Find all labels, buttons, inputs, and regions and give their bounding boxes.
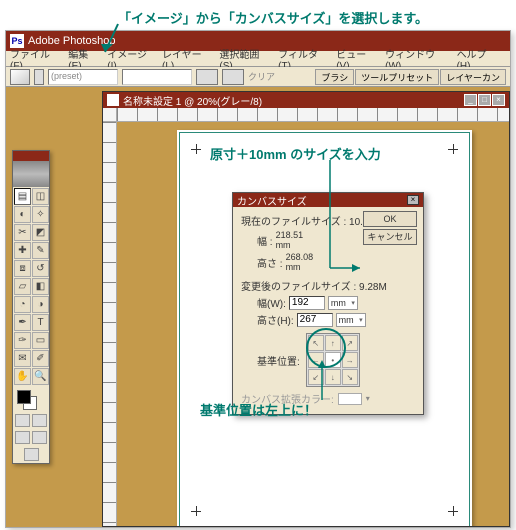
pen-tool[interactable]: ✑ [14, 332, 31, 349]
wand-tool[interactable]: ✧ [32, 206, 49, 223]
options-btn-2[interactable] [222, 69, 244, 85]
type-tool[interactable]: T [32, 314, 49, 331]
crop-mark-tr [448, 144, 458, 154]
color-swatches[interactable] [13, 386, 49, 412]
height-label: 高さ(H): [257, 312, 294, 327]
stamp-tool[interactable]: ⧈ [14, 260, 31, 277]
tools-panel[interactable]: ▤ ◫ ◐ ✧ ✂ ◩ ✚ ✎ ⧈ ↺ ▱ ◧ ◔ ◑ ✒ T ✑ ▭ ✉ ✐ … [12, 150, 50, 464]
current-width-label: 幅 : [257, 233, 273, 248]
anchor-br[interactable]: ↘ [342, 369, 358, 385]
move-tool[interactable]: ▤ [14, 188, 31, 205]
new-size-label: 変更後のファイルサイズ : 9.28M [241, 278, 387, 293]
crop-mark-br [448, 506, 458, 516]
quickmask-on[interactable] [32, 414, 47, 427]
tools-grip[interactable] [13, 161, 49, 187]
close-button[interactable]: × [492, 94, 505, 106]
panel-tab-brushes[interactable]: ブラシ [315, 69, 354, 85]
zoom-tool[interactable]: 🔍 [32, 368, 49, 385]
gradient-tool[interactable]: ◧ [32, 278, 49, 295]
ruler-vertical[interactable] [103, 122, 117, 526]
crop-tool[interactable]: ✂ [14, 224, 31, 241]
dialog-titlebar[interactable]: カンバスサイズ × [233, 193, 423, 207]
options-preset[interactable]: (preset) [48, 69, 118, 85]
blur-tool[interactable]: ◔ [14, 296, 31, 313]
options-btn-1[interactable] [196, 69, 218, 85]
eyedropper-tool[interactable]: ✐ [32, 350, 49, 367]
foreground-color[interactable] [17, 390, 31, 404]
annotation-anchor-hint: 基準位置は左上に！ [200, 400, 317, 419]
annotation-menu-hint: 「イメージ」から「カンバスサイズ」を選択します。 [118, 8, 428, 27]
width-input[interactable] [289, 296, 325, 310]
width-unit-select[interactable]: mm [328, 296, 358, 310]
extension-color-dd[interactable]: ▾ [366, 394, 370, 403]
annotation-size-hint: 原寸＋10mm のサイズを入力 [210, 144, 381, 163]
anchor-label: 基準位置: [257, 353, 300, 368]
ruler-corner [103, 108, 117, 122]
screenmode-2[interactable] [32, 431, 47, 444]
crop-mark-bl [191, 506, 201, 516]
annotation-anchor-circle [306, 328, 346, 368]
current-height-value: 268.08 mm [286, 252, 328, 272]
current-height-label: 高さ : [257, 255, 283, 270]
extension-color-swatch[interactable] [338, 393, 362, 405]
current-size-label: 現在のファイルサイズ : 10.6M [241, 213, 377, 228]
anchor-b[interactable]: ↓ [325, 369, 341, 385]
lasso-tool[interactable]: ◐ [14, 206, 31, 223]
crop-mark-tl [191, 144, 201, 154]
height-input[interactable] [297, 313, 333, 327]
tools-header[interactable] [13, 151, 49, 161]
document-title: 名称未設定 1 @ 20%(グレー/8) [123, 93, 262, 108]
dodge-tool[interactable]: ◑ [32, 296, 49, 313]
eraser-tool[interactable]: ▱ [14, 278, 31, 295]
options-field[interactable] [122, 69, 192, 85]
document-titlebar: 名称未設定 1 @ 20%(グレー/8) _ □ × [103, 92, 509, 108]
path-tool[interactable]: ✒ [14, 314, 31, 331]
tool-preset-icon[interactable] [10, 69, 30, 85]
slice-tool[interactable]: ◩ [32, 224, 49, 241]
tool-preset-dropdown[interactable] [34, 69, 44, 85]
quickmask-off[interactable] [15, 414, 30, 427]
jump-to[interactable] [24, 448, 39, 461]
marquee-tool[interactable]: ◫ [32, 188, 49, 205]
notes-tool[interactable]: ✉ [14, 350, 31, 367]
current-width-value: 218.51 mm [276, 230, 318, 250]
dialog-close-button[interactable]: × [407, 195, 419, 205]
width-label: 幅(W): [257, 295, 286, 310]
anchor-bl[interactable]: ↙ [308, 369, 324, 385]
history-brush-tool[interactable]: ↺ [32, 260, 49, 277]
screenmode-1[interactable] [15, 431, 30, 444]
height-unit-select[interactable]: mm [336, 313, 366, 327]
hand-tool[interactable]: ✋ [14, 368, 31, 385]
ok-button[interactable]: OK [363, 211, 417, 227]
canvas-size-dialog: カンバスサイズ × OK キャンセル 現在のファイルサイズ : 10.6M 幅 … [232, 192, 424, 415]
minimize-button[interactable]: _ [464, 94, 477, 106]
brush-tool[interactable]: ✎ [32, 242, 49, 259]
options-bar: (preset) クリア ブラシ ツールプリセット レイヤーカン [6, 67, 510, 87]
panel-tab-layer[interactable]: レイヤーカン [440, 69, 506, 85]
options-clear[interactable]: クリア [248, 70, 275, 83]
ruler-horizontal[interactable] [117, 108, 509, 122]
document-icon [107, 94, 119, 106]
panel-tab-toolpresets[interactable]: ツールプリセット [355, 69, 439, 85]
shape-tool[interactable]: ▭ [32, 332, 49, 349]
cancel-button[interactable]: キャンセル [363, 229, 417, 245]
dialog-title: カンバスサイズ [237, 193, 307, 208]
menubar: ファイル(F) 編集(E) イメージ(I) レイヤー(L) 選択範囲(S) フィ… [6, 51, 510, 67]
maximize-button[interactable]: □ [478, 94, 491, 106]
heal-tool[interactable]: ✚ [14, 242, 31, 259]
